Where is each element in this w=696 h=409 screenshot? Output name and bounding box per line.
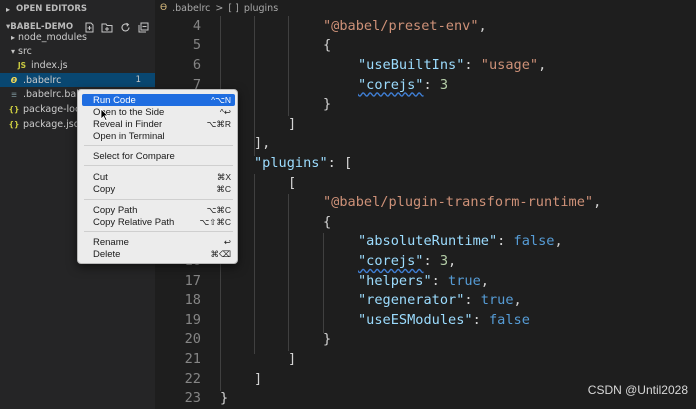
code-text: ] xyxy=(288,115,297,132)
line-number: 21 xyxy=(184,350,201,367)
tree-item-label: .babelrc xyxy=(23,74,62,86)
menu-item-delete[interactable]: Delete ⌘⌫ xyxy=(82,248,235,260)
menu-item-label: Run Code xyxy=(93,94,136,106)
breadcrumb-node[interactable]: plugins xyxy=(244,3,278,14)
tree-item-babelrc[interactable]: ϴ .babelrc 1 xyxy=(0,73,155,87)
menu-item-shortcut: ↩ xyxy=(223,236,231,247)
tree-item-label: .babelrc.bak xyxy=(23,88,82,100)
problem-count-badge: 1 xyxy=(135,75,141,85)
array-icon: [ ] xyxy=(228,2,239,14)
code-line: 18 "regenerator": true, xyxy=(155,290,696,310)
tree-item-label: node_modules xyxy=(18,31,88,43)
javascript-file-icon: JS xyxy=(17,60,27,70)
code-text: "useESModules": false xyxy=(358,311,530,328)
breadcrumb: ϴ .babelrc > [ ] plugins xyxy=(160,0,278,16)
chevron-right-icon: ▸ xyxy=(6,4,11,14)
code-text: } xyxy=(220,390,229,407)
code-text: "useBuiltIns": "usage", xyxy=(358,56,547,73)
menu-item-label: Copy xyxy=(93,183,116,195)
code-line: 17 "helpers": true, xyxy=(155,271,696,291)
code-text: "helpers": true, xyxy=(358,272,489,289)
menu-item-open-in-terminal[interactable]: Open in Terminal xyxy=(82,130,235,142)
menu-item-copy-relative-path[interactable]: Copy Relative Path ⌥⇧⌘C xyxy=(82,216,235,228)
line-number: 6 xyxy=(192,56,201,73)
line-number: 19 xyxy=(184,311,201,328)
code-line: 4 "@babel/preset-env", xyxy=(155,16,696,36)
line-number: 20 xyxy=(184,331,201,348)
menu-item-shortcut: ^↩ xyxy=(219,106,231,117)
code-text: ] xyxy=(254,370,263,387)
babel-file-icon: ϴ xyxy=(10,75,18,85)
code-line: 21] xyxy=(155,349,696,369)
tree-item-index-js[interactable]: JS index.js xyxy=(0,58,155,72)
code-text: { xyxy=(323,213,332,230)
code-text: "corejs": 3 xyxy=(358,76,449,93)
open-editors-title: OPEN EDITORS xyxy=(16,4,88,14)
code-text: { xyxy=(323,37,332,54)
line-number: 23 xyxy=(184,390,201,407)
code-line: 5{ xyxy=(155,36,696,56)
menu-item-shortcut: ⌥⇧⌘C xyxy=(199,216,231,227)
menu-separator xyxy=(84,145,233,146)
menu-item-shortcut: ^⌥N xyxy=(211,94,231,105)
menu-item-run-code[interactable]: Run Code ^⌥N xyxy=(82,94,235,106)
breadcrumb-file[interactable]: .babelrc xyxy=(172,3,210,14)
code-line: 19 "useESModules": false xyxy=(155,310,696,330)
line-number: 18 xyxy=(184,292,201,309)
code-text: } xyxy=(323,96,332,113)
json-file-icon: {} xyxy=(8,119,20,129)
menu-item-label: Delete xyxy=(93,248,121,260)
menu-item-shortcut: ⌘C xyxy=(216,183,231,194)
tree-item-src[interactable]: ▾ src xyxy=(0,44,155,58)
menu-item-select-for-compare[interactable]: Select for Compare xyxy=(82,150,235,162)
code-line: 6 "useBuiltIns": "usage", xyxy=(155,55,696,75)
open-editors-header[interactable]: ▸ OPEN EDITORS xyxy=(0,0,155,18)
menu-item-label: Copy Relative Path xyxy=(93,216,175,228)
code-text: "absoluteRuntime": false, xyxy=(358,233,563,250)
tree-item-label: src xyxy=(18,45,32,57)
code-text: ] xyxy=(288,350,297,367)
line-number: 4 xyxy=(192,17,201,34)
json-file-icon: {} xyxy=(8,104,20,114)
tree-item-label: index.js xyxy=(31,59,68,71)
menu-item-shortcut: ⌥⌘R xyxy=(206,118,231,129)
babel-file-icon: ϴ xyxy=(160,3,168,13)
menu-item-shortcut: ⌘⌫ xyxy=(210,248,231,259)
code-text: "plugins": [ xyxy=(254,154,353,171)
code-text: [ xyxy=(288,174,297,191)
code-text: "@babel/plugin-transform-runtime" xyxy=(323,194,594,211)
mouse-pointer-icon xyxy=(100,108,109,124)
code-text: } xyxy=(323,331,332,348)
line-number: 17 xyxy=(184,272,201,289)
menu-item-shortcut: ⌥⌘C xyxy=(206,204,231,215)
code-text: ], xyxy=(254,135,271,152)
line-number: 22 xyxy=(184,370,201,387)
tree-item-node-modules[interactable]: ▸ node_modules xyxy=(0,30,155,44)
menu-item-label: Rename xyxy=(93,236,129,248)
breadcrumb-separator: > xyxy=(215,2,224,14)
menu-item-copy[interactable]: Copy ⌘C xyxy=(82,183,235,195)
menu-item-cut[interactable]: Cut ⌘X xyxy=(82,171,235,183)
menu-item-label: Open in Terminal xyxy=(93,130,165,142)
menu-separator xyxy=(84,199,233,200)
menu-item-rename[interactable]: Rename ↩ xyxy=(82,236,235,248)
menu-item-label: Copy Path xyxy=(93,204,138,216)
text-file-icon: ≡ xyxy=(10,89,18,99)
code-text: "@babel/preset-env" xyxy=(323,17,479,34)
chevron-down-icon: ▾ xyxy=(10,46,15,56)
menu-separator xyxy=(84,165,233,166)
menu-separator xyxy=(84,231,233,232)
menu-item-label: Select for Compare xyxy=(93,150,175,162)
menu-item-shortcut: ⌘X xyxy=(216,171,231,182)
code-text: "regenerator": true, xyxy=(358,292,522,309)
menu-item-label: Cut xyxy=(93,171,108,183)
code-line: 20} xyxy=(155,330,696,350)
code-text: "corejs": 3, xyxy=(358,252,457,269)
chevron-right-icon: ▸ xyxy=(10,32,15,42)
watermark: CSDN @Until2028 xyxy=(587,383,688,397)
menu-item-copy-path[interactable]: Copy Path ⌥⌘C xyxy=(82,204,235,216)
line-number: 5 xyxy=(192,37,201,54)
